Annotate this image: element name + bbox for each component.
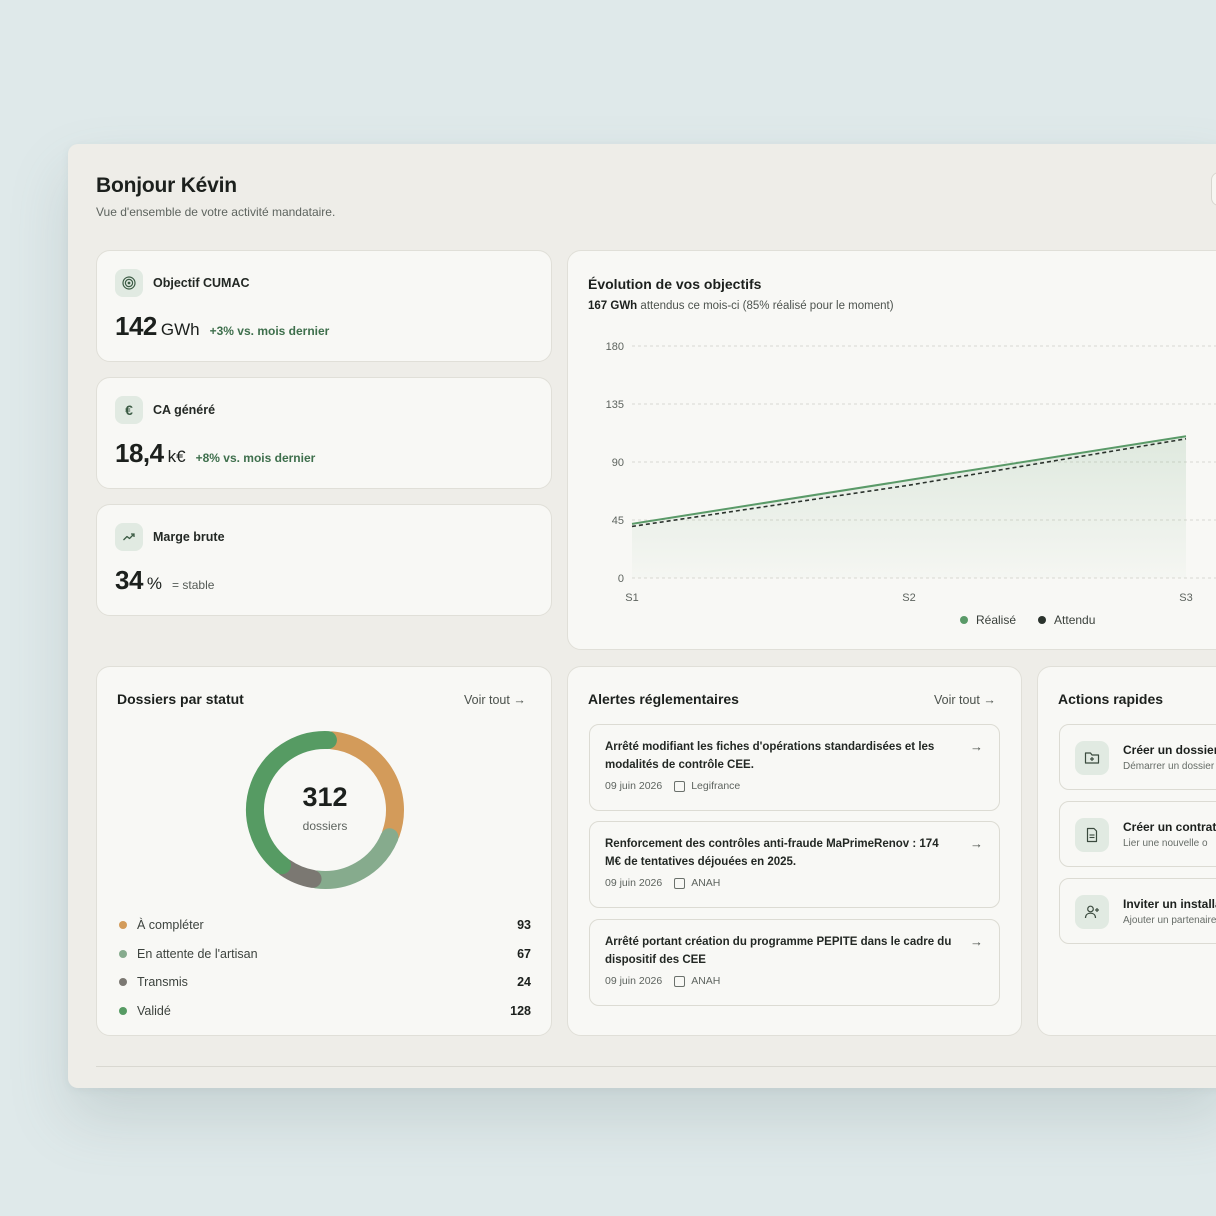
status-list: À compléter 93 En attente de l'artisan 67 Tr…: [119, 911, 531, 1025]
kpi-unit: k€: [167, 447, 186, 466]
status-dot: [119, 949, 127, 958]
section-title: Actions rapides: [1058, 691, 1164, 707]
document-icon: [1075, 818, 1109, 852]
dashboard-window: Bonjour Kévin Vue d'ensemble de votre ac…: [68, 144, 1216, 1088]
dossiers-card: Dossiers par statut Voir tout → 312 doss…: [96, 666, 552, 1036]
status-label: Validé: [137, 1004, 171, 1019]
section-title: Dossiers par statut: [117, 691, 244, 707]
section-title: Alertes réglementaires: [588, 691, 739, 707]
realise-area: [632, 436, 1186, 578]
alert-date: 09 juin 2026: [605, 780, 663, 792]
see-all-alerts-link[interactable]: Voir tout →: [934, 693, 996, 707]
alerts-card: Alertes réglementaires Voir tout → Arrêt…: [567, 666, 1022, 1036]
page-title: Bonjour Kévin: [96, 174, 237, 197]
status-item: Validé 128: [119, 997, 531, 1026]
kpi-value: 34: [115, 565, 143, 595]
status-donut-chart: 312 dossiers: [242, 727, 408, 893]
quick-action-subtitle: Lier une nouvelle o: [1123, 838, 1208, 849]
status-item: À compléter 93: [119, 911, 531, 940]
alert-source: ANAH: [691, 877, 721, 889]
legend-realise: Réalisé: [960, 613, 1016, 627]
line-chart: 0 45 90 135 180 S1 S2 S3: [606, 341, 1216, 604]
donut-total-label: dossiers: [302, 819, 348, 833]
donut-segment: [307, 828, 399, 889]
target-icon: [115, 269, 143, 297]
alert-item[interactable]: Renforcement des contrôles anti-fraude M…: [589, 821, 1000, 908]
status-dot: [119, 978, 127, 987]
alert-date: 09 juin 2026: [605, 975, 663, 987]
quick-actions-card: Actions rapides Créer un dossier Démarre…: [1037, 666, 1216, 1036]
status-dot: [119, 1007, 127, 1016]
kpi-label: Objectif CUMAC: [153, 276, 250, 290]
trending-up-icon: [115, 523, 143, 551]
kpi-label: CA généré: [153, 403, 216, 417]
donut-total: 312: [302, 782, 348, 812]
x-tick-label: S2: [902, 592, 915, 604]
quick-action-subtitle: Ajouter un partenaire: [1123, 915, 1216, 926]
kpi-card-cumac: Objectif CUMAC 142 GWh +3% vs. mois dern…: [96, 250, 552, 362]
alert-item[interactable]: Arrêté modifiant les fiches d'opérations…: [589, 724, 1000, 811]
user-plus-icon: [1075, 895, 1109, 929]
see-all-dossiers-link[interactable]: Voir tout →: [464, 693, 526, 707]
kpi-label: Marge brute: [153, 530, 225, 544]
alert-source: ANAH: [691, 975, 721, 987]
x-tick-label: S1: [625, 592, 638, 604]
status-count: 93: [517, 918, 531, 933]
quick-action-invite-installer[interactable]: Inviter un installateur Ajouter un parte…: [1059, 878, 1216, 944]
status-label: En attente de l'artisan: [137, 946, 258, 961]
quick-action-title: Inviter un installateur: [1123, 897, 1216, 911]
status-dot: [119, 921, 127, 930]
folder-plus-icon: [1075, 741, 1109, 775]
kpi-unit: GWh: [160, 320, 200, 339]
quick-action-title: Créer un contrat: [1123, 820, 1216, 834]
scroll-icon: [674, 975, 686, 987]
quick-action-create-dossier[interactable]: Créer un dossier Démarrer un dossier: [1059, 724, 1216, 790]
status-item: En attente de l'artisan 67: [119, 940, 531, 969]
arrow-right-icon: →: [970, 836, 983, 851]
kpi-delta: = stable: [172, 578, 215, 592]
alert-item[interactable]: Arrêté portant création du programme PEP…: [589, 919, 1000, 1006]
status-label: À compléter: [137, 918, 204, 933]
y-tick-label: 90: [612, 457, 624, 469]
alert-date: 09 juin 2026: [605, 877, 663, 889]
footer-divider: [96, 1066, 1216, 1067]
quick-action-create-contract[interactable]: Créer un contrat Lier une nouvelle o: [1059, 801, 1216, 867]
status-count: 128: [510, 1004, 531, 1019]
alert-text: Arrêté portant création du programme PEP…: [605, 936, 952, 966]
kpi-card-ca: € CA généré 18,4 k€ +8% vs. mois dernier: [96, 377, 552, 489]
status-count: 67: [517, 946, 531, 961]
legend-attendu: Attendu: [1038, 613, 1095, 627]
scroll-icon: [674, 877, 686, 889]
kpi-value: 18,4: [115, 438, 164, 468]
euro-icon: €: [115, 396, 143, 424]
evolution-chart-card: Évolution de vos objectifs 167 GWh atten…: [567, 250, 1216, 650]
status-count: 24: [517, 975, 531, 990]
y-tick-label: 0: [618, 573, 624, 585]
x-tick-label: S3: [1179, 592, 1192, 604]
y-tick-label: 180: [606, 341, 624, 353]
quick-action-subtitle: Démarrer un dossier: [1123, 761, 1215, 772]
arrow-right-icon: →: [970, 739, 983, 754]
alert-text: Arrêté modifiant les fiches d'opérations…: [605, 741, 935, 771]
alert-text: Renforcement des contrôles anti-fraude M…: [605, 838, 939, 868]
kpi-delta: +3% vs. mois dernier: [209, 324, 330, 338]
status-label: Transmis: [137, 975, 188, 990]
header-action-button[interactable]: [1211, 172, 1216, 206]
alert-source: Legifrance: [691, 780, 741, 792]
kpi-value: 142: [115, 311, 157, 341]
scroll-icon: [674, 780, 686, 792]
quick-action-title: Créer un dossier: [1123, 743, 1216, 757]
arrow-right-icon: →: [970, 934, 983, 949]
chart-legend: Réalisé Attendu: [960, 613, 1095, 627]
status-item: Transmis 24: [119, 968, 531, 997]
y-tick-label: 135: [606, 399, 624, 411]
kpi-card-marge: Marge brute 34 % = stable: [96, 504, 552, 616]
kpi-delta: +8% vs. mois dernier: [195, 451, 316, 465]
y-tick-label: 45: [612, 515, 624, 527]
kpi-unit: %: [146, 574, 163, 593]
page-subtitle: Vue d'ensemble de votre activité mandata…: [96, 205, 336, 219]
